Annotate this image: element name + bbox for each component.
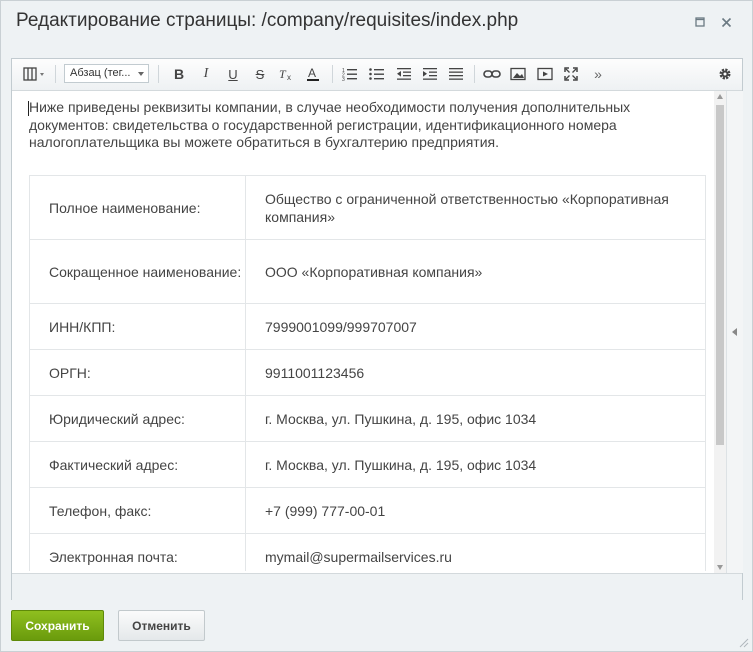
unordered-list-icon[interactable]: [367, 64, 387, 84]
editor-toolbar: Абзац (тег... B I U S Tx A 123 »: [12, 59, 742, 91]
table-row: Полное наименование: Общество с ограничен…: [29, 175, 706, 240]
table-row: ОРГН: 9911001123456: [29, 349, 706, 396]
scroll-down-icon[interactable]: [717, 565, 723, 570]
table-row: Юридический адрес: г. Москва, ул. Пушкина…: [29, 395, 706, 442]
scrollbar-thumb[interactable]: [716, 105, 724, 445]
requisite-value: 7999001099/999707007: [265, 318, 417, 335]
link-icon[interactable]: [482, 64, 502, 84]
requisite-value-cell: 9911001123456: [245, 349, 706, 396]
toolbar-separator: [158, 65, 159, 83]
strikethrough-icon[interactable]: S: [250, 64, 270, 84]
requisite-value: ООО «Корпоративная компания»: [265, 263, 483, 280]
requisite-value: г. Москва, ул. Пушкина, д. 195, офис 103…: [265, 456, 537, 473]
underline-icon[interactable]: U: [223, 64, 243, 84]
justify-icon[interactable]: [446, 64, 466, 84]
cancel-button[interactable]: Отменить: [118, 610, 205, 641]
table-row: Сокращенное наименование: ООО «Корпоратив…: [29, 239, 706, 304]
more-icon[interactable]: »: [588, 64, 608, 84]
video-icon[interactable]: [535, 64, 555, 84]
gear-icon[interactable]: [715, 64, 735, 84]
requisite-value-cell: г. Москва, ул. Пушкина, д. 195, офис 103…: [245, 395, 706, 442]
resize-grip-icon[interactable]: [739, 638, 749, 648]
indent-icon[interactable]: [420, 64, 440, 84]
toolbar-separator: [55, 65, 56, 83]
requisite-value: Общество с ограниченной ответственностью…: [265, 190, 669, 225]
html-editor: Абзац (тег... B I U S Tx A 123 » Ниже пр…: [11, 58, 743, 600]
scroll-up-icon[interactable]: [717, 94, 723, 99]
remove-format-icon[interactable]: Tx: [276, 64, 296, 84]
bold-icon[interactable]: B: [169, 64, 189, 84]
requisite-value: mymail@supermailservices.ru: [265, 548, 452, 565]
chevron-down-icon: [138, 72, 144, 76]
requisite-key: Фактический адрес:: [49, 456, 179, 473]
layout-toggle-icon[interactable]: [22, 64, 48, 84]
requisite-key: Сокращенное наименование:: [49, 263, 242, 280]
requisite-value-cell: г. Москва, ул. Пушкина, д. 195, офис 103…: [245, 441, 706, 488]
requisite-value: +7 (999) 777-00-01: [265, 502, 386, 519]
fullscreen-icon[interactable]: [561, 64, 581, 84]
toolbar-separator: [332, 65, 333, 83]
toolbar-separator: [474, 65, 475, 83]
requisite-value-cell: 7999001099/999707007: [245, 303, 706, 350]
requisite-key-cell: Полное наименование:: [29, 175, 246, 240]
save-button[interactable]: Сохранить: [11, 610, 104, 641]
close-icon[interactable]: [716, 12, 736, 32]
requisite-key-cell: Сокращенное наименование:: [29, 239, 246, 304]
requisite-value-cell: Общество с ограниченной ответственностью…: [245, 175, 706, 240]
expand-panel-icon[interactable]: [732, 328, 737, 336]
svg-text:T: T: [279, 67, 287, 81]
intro-paragraph: Ниже приведены реквизиты компании, в слу…: [29, 99, 631, 150]
requisite-key-cell: ИНН/КПП:: [29, 303, 246, 350]
requisite-value-cell: mymail@supermailservices.ru: [245, 533, 706, 571]
requisite-value: г. Москва, ул. Пушкина, д. 195, офис 103…: [265, 410, 537, 427]
format-select[interactable]: Абзац (тег...: [64, 64, 149, 83]
requisite-key-cell: Электронная почта:: [29, 533, 246, 571]
image-icon[interactable]: [508, 64, 528, 84]
table-row: Телефон, факс: +7 (999) 777-00-01: [29, 487, 706, 534]
editor-content[interactable]: Ниже приведены реквизиты компании, в слу…: [12, 91, 714, 571]
maximize-icon[interactable]: [690, 12, 710, 32]
requisite-value-cell: ООО «Корпоративная компания»: [245, 239, 706, 304]
ordered-list-icon[interactable]: 123: [340, 64, 360, 84]
edit-page-dialog: Редактирование страницы: /company/requis…: [0, 0, 753, 652]
svg-text:x: x: [287, 73, 291, 81]
table-row: Фактический адрес: г. Москва, ул. Пушкина…: [29, 441, 706, 488]
requisite-key: ИНН/КПП:: [49, 318, 116, 335]
requisite-key-cell: Юридический адрес:: [29, 395, 246, 442]
requisite-value-cell: +7 (999) 777-00-01: [245, 487, 706, 534]
requisite-key: Полное наименование:: [49, 199, 201, 216]
format-select-value: Абзац (тег...: [70, 67, 131, 79]
table-row: ИНН/КПП: 7999001099/999707007: [29, 303, 706, 350]
requisite-key: Юридический адрес:: [49, 410, 185, 427]
side-panel-collapsed: [726, 91, 743, 573]
dialog-titlebar[interactable]: Редактирование страницы: /company/requis…: [1, 1, 752, 43]
outdent-icon[interactable]: [394, 64, 414, 84]
requisite-key-cell: Фактический адрес:: [29, 441, 246, 488]
vertical-scrollbar[interactable]: [714, 91, 726, 573]
requisite-key: Телефон, факс:: [49, 502, 152, 519]
svg-text:A: A: [308, 66, 316, 80]
requisite-key: Электронная почта:: [49, 548, 178, 565]
requisites-table: Полное наименование: Общество с ограничен…: [29, 175, 706, 571]
editor-statusbar: [12, 573, 742, 600]
requisite-key-cell: ОРГН:: [29, 349, 246, 396]
requisite-key: ОРГН:: [49, 364, 91, 381]
table-row: Электронная почта: mymail@supermailservic…: [29, 533, 706, 571]
font-color-icon[interactable]: A: [303, 64, 323, 84]
requisite-key-cell: Телефон, факс:: [29, 487, 246, 534]
requisite-value: 9911001123456: [265, 364, 365, 381]
svg-text:3: 3: [342, 77, 345, 81]
italic-icon[interactable]: I: [196, 64, 216, 84]
dialog-title: Редактирование страницы: /company/requis…: [16, 10, 519, 31]
